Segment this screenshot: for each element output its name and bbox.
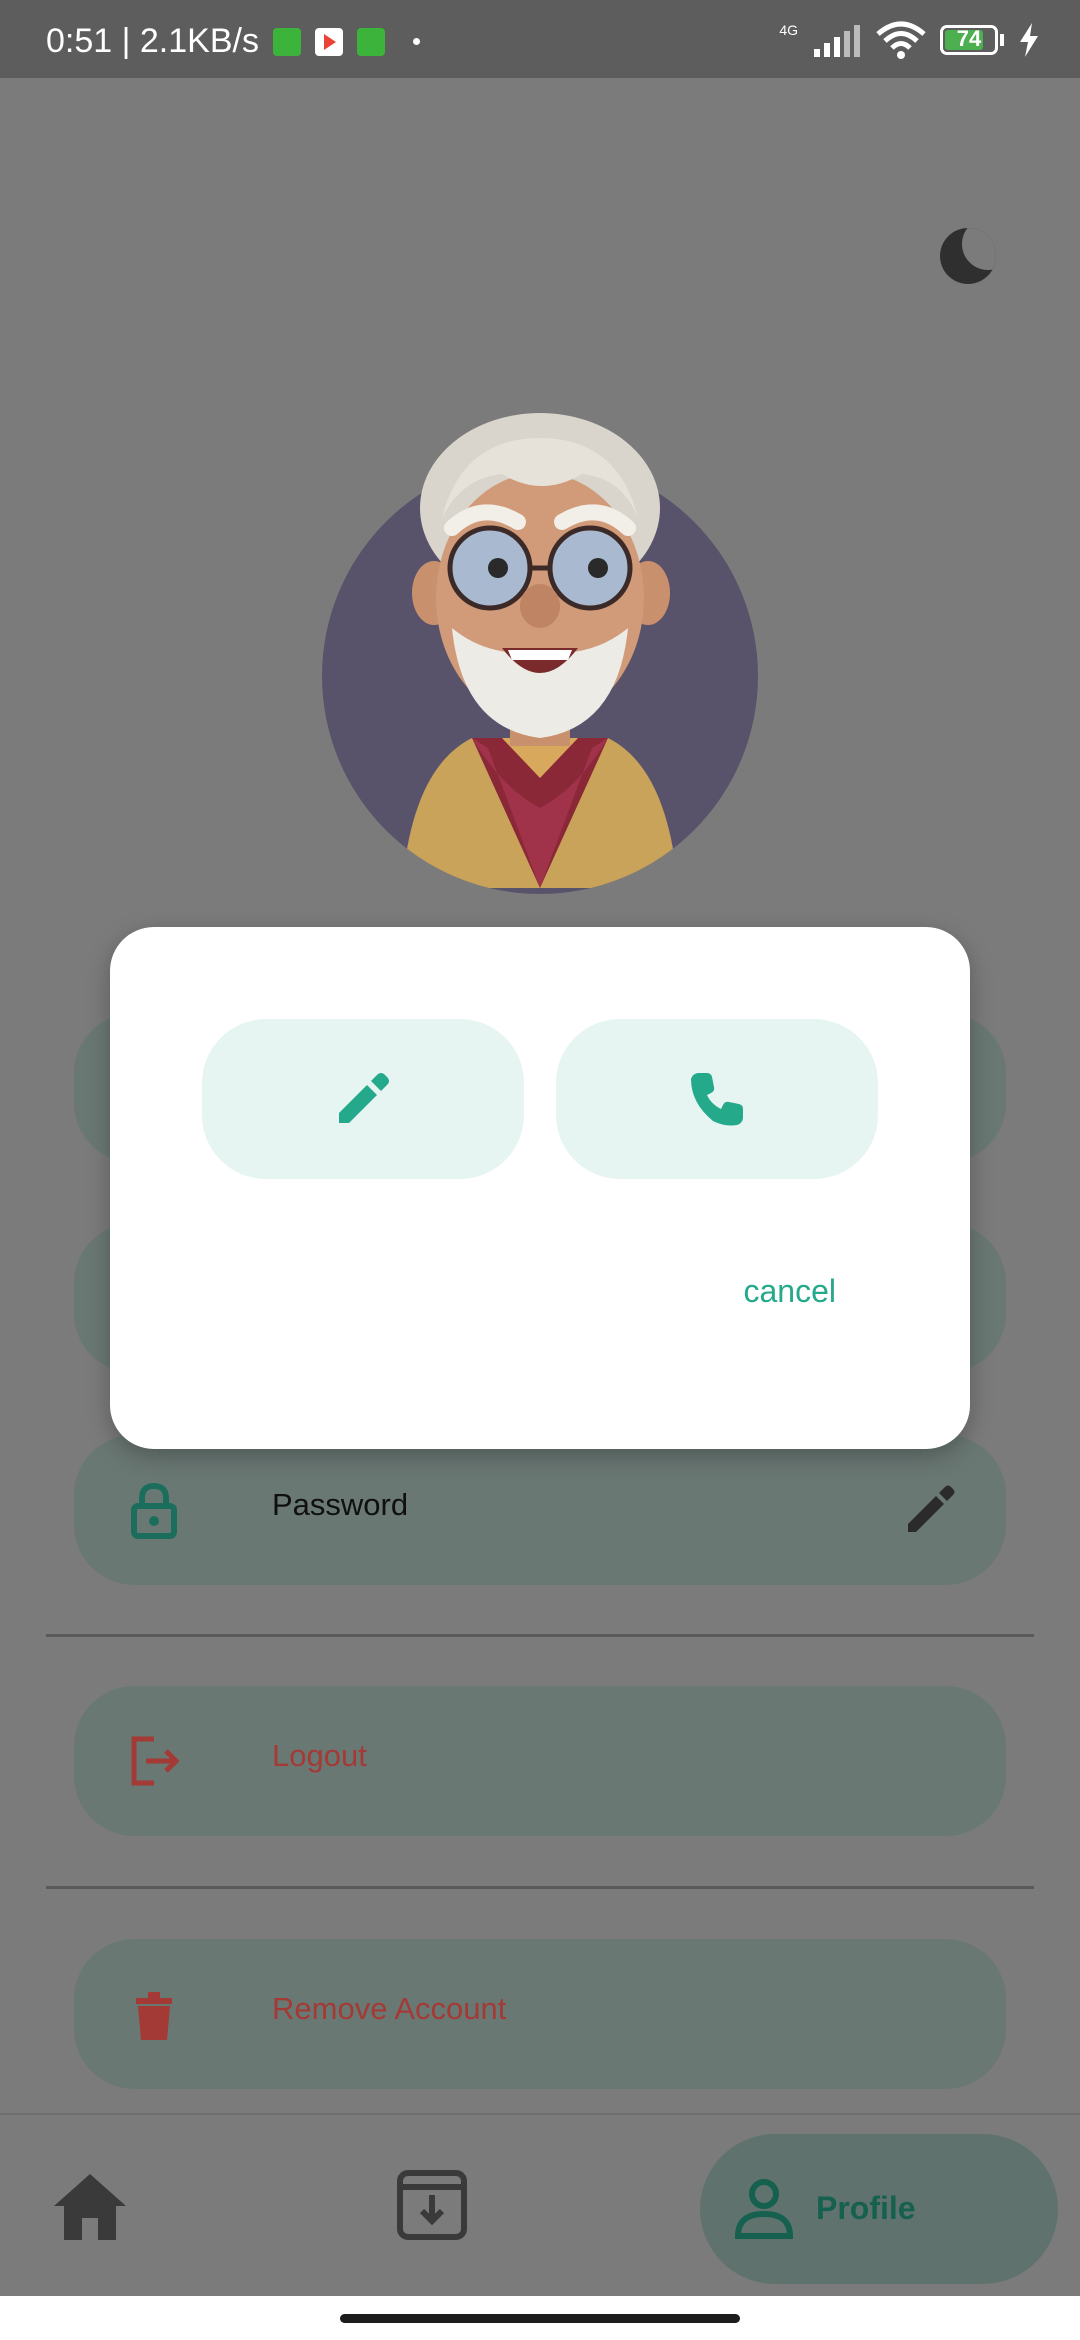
password-label: Password (272, 1487, 409, 1522)
signal-icon (814, 25, 860, 57)
notification-app-icon (356, 27, 385, 56)
person-icon (734, 2179, 794, 2239)
action-dialog: cancel (110, 927, 970, 1449)
nav-profile-tab[interactable]: Profile (700, 2134, 1058, 2284)
status-right: 4G 74 (779, 20, 1040, 60)
cartoon-old-man-illustration (402, 413, 678, 888)
home-icon[interactable] (52, 2170, 128, 2242)
logout-label: Logout (272, 1738, 367, 1773)
play-store-icon (314, 27, 343, 56)
battery-level: 74 (956, 26, 982, 51)
divider (46, 1886, 1034, 1889)
remove-account-label: Remove Account (272, 1991, 507, 2026)
notification-app-icon (272, 27, 301, 56)
charging-bolt-icon (1020, 23, 1038, 57)
edit-button[interactable] (202, 1019, 524, 1179)
more-notifications-dot-icon (412, 38, 420, 45)
logout-row[interactable]: Logout (74, 1686, 1006, 1836)
status-bar: 0:51 | 2.1KB/s 4G 74 (0, 0, 1080, 78)
archive-icon[interactable] (394, 2167, 470, 2243)
lock-icon (131, 1482, 177, 1539)
status-left: 0:51 | 2.1KB/s (46, 22, 420, 61)
gesture-bar (0, 2296, 1080, 2340)
logout-icon (131, 1736, 180, 1786)
status-time: 0:51 | 2.1KB/s (46, 22, 259, 60)
avatar (322, 413, 758, 894)
nav-profile-label: Profile (816, 2190, 916, 2226)
password-row[interactable]: Password (74, 1435, 1006, 1585)
phone-icon (691, 1073, 743, 1126)
dark-mode-moon-icon[interactable] (940, 228, 996, 284)
trash-icon (136, 1992, 172, 2040)
home-indicator[interactable] (340, 2314, 740, 2323)
pencil-icon (339, 1073, 389, 1123)
battery-cap (1000, 34, 1004, 46)
network-type: 4G (779, 22, 798, 38)
divider (46, 1634, 1034, 1637)
bottom-navigation: Profile (0, 2113, 1080, 2285)
call-button[interactable] (556, 1019, 878, 1179)
cancel-button[interactable]: cancel (744, 1273, 837, 1310)
pencil-icon[interactable] (900, 1480, 960, 1540)
battery-icon: 74 (940, 25, 998, 55)
wifi-icon (876, 21, 926, 59)
remove-account-row[interactable]: Remove Account (74, 1939, 1006, 2089)
